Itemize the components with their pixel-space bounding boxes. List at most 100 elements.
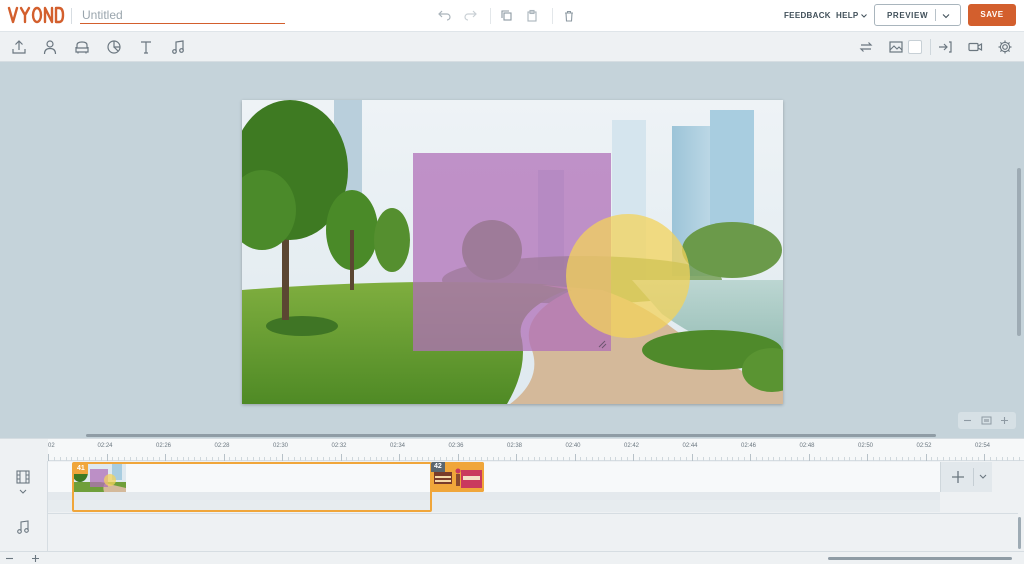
ruler-minor-tick <box>352 457 354 461</box>
ruler-minor-tick <box>252 457 254 461</box>
ruler-minor-tick <box>504 457 506 461</box>
project-title-input[interactable] <box>80 6 285 24</box>
top-bar: FEEDBACK HELP PREVIEW SAVE <box>0 0 1024 32</box>
ruler-minor-tick <box>287 457 289 461</box>
ruler-minor-tick <box>527 457 529 461</box>
ruler-minor-tick <box>966 457 968 461</box>
ruler-minor-tick <box>176 457 178 461</box>
scene-41-clip[interactable]: 41 <box>72 462 432 512</box>
save-button[interactable]: SAVE <box>968 4 1016 26</box>
chevron-down-icon[interactable] <box>978 473 988 481</box>
character-icon[interactable] <box>42 39 58 55</box>
ruler-major-tick <box>223 454 225 461</box>
ruler-minor-tick <box>650 457 652 461</box>
toolbar-divider <box>490 8 491 24</box>
chevron-down-icon[interactable] <box>18 488 28 496</box>
preview-button[interactable]: PREVIEW <box>874 4 961 26</box>
upload-icon[interactable] <box>11 39 27 55</box>
zoom-controls <box>958 412 1016 429</box>
ruler-tick-label: 02 <box>48 443 55 449</box>
ruler-minor-tick <box>404 457 406 461</box>
ruler-minor-tick <box>972 457 974 461</box>
ruler-major-tick <box>48 454 49 461</box>
timeline-ruler[interactable]: 02 02:24 02:26 02:28 02:30 02:32 02:34 02:36 02:… <box>48 439 1024 461</box>
fit-to-screen-icon[interactable] <box>981 415 992 426</box>
settings-icon[interactable] <box>997 39 1013 55</box>
prop-icon[interactable] <box>74 39 90 55</box>
background-icon[interactable] <box>888 39 904 55</box>
swap-icon[interactable] <box>858 39 874 55</box>
vyond-logo[interactable] <box>7 5 65 25</box>
trash-icon[interactable] <box>561 8 577 24</box>
canvas-vertical-scrollbar[interactable] <box>1017 168 1021 336</box>
scene-42-clip[interactable]: 42 <box>431 462 484 492</box>
video-track-icon[interactable] <box>15 469 31 485</box>
ruler-minor-tick <box>71 457 73 461</box>
audio-track-icon[interactable] <box>15 519 31 535</box>
ruler-minor-tick <box>960 457 962 461</box>
ruler-minor-tick <box>422 457 424 461</box>
add-scene-icon[interactable] <box>951 470 965 484</box>
feedback-link[interactable]: FEEDBACK <box>784 11 831 20</box>
ruler-tick-label: 02:52 <box>916 443 932 449</box>
ruler-minor-tick <box>615 457 617 461</box>
ruler-minor-tick <box>276 457 278 461</box>
timeline-vertical-scrollbar[interactable] <box>1018 517 1021 549</box>
ruler-major-tick <box>925 454 927 461</box>
zoom-out-icon[interactable] <box>963 416 972 425</box>
ruler-minor-tick <box>837 457 839 461</box>
copy-icon[interactable] <box>499 8 515 24</box>
zoom-in-icon[interactable] <box>1000 416 1009 425</box>
music-icon[interactable] <box>170 39 186 55</box>
ruler-major-tick <box>750 454 751 461</box>
ruler-major-tick <box>340 454 342 461</box>
chart-icon[interactable] <box>106 39 122 55</box>
ruler-minor-tick <box>381 457 383 461</box>
redo-icon[interactable] <box>462 8 478 24</box>
ruler-minor-tick <box>194 457 196 461</box>
ruler-minor-tick <box>475 457 477 461</box>
camera-icon[interactable] <box>967 39 983 55</box>
canvas-horizontal-scrollbar[interactable] <box>86 434 936 437</box>
ruler-minor-tick <box>580 457 582 461</box>
ruler-minor-tick <box>141 457 143 461</box>
paste-icon[interactable] <box>524 8 540 24</box>
ruler-minor-tick <box>995 457 997 461</box>
ruler-minor-tick <box>410 457 412 461</box>
chevron-down-icon[interactable] <box>860 12 868 20</box>
ruler-minor-tick <box>334 457 336 461</box>
text-icon[interactable] <box>138 39 154 55</box>
undo-icon[interactable] <box>437 8 453 24</box>
ruler-minor-tick <box>246 457 248 461</box>
background-color-swatch[interactable] <box>908 40 922 54</box>
help-menu[interactable]: HELP <box>836 11 859 20</box>
ruler-minor-tick <box>668 457 670 461</box>
yellow-circle-shape[interactable] <box>566 214 690 338</box>
ruler-minor-tick <box>317 457 319 461</box>
ruler-minor-tick <box>299 457 301 461</box>
timeline-horizontal-scrollbar[interactable] <box>828 557 1012 560</box>
chevron-down-icon[interactable] <box>941 11 951 21</box>
ruler-minor-tick <box>322 457 324 461</box>
ruler-tick-label: 02:30 <box>273 443 289 449</box>
timeline-zoom-in-icon[interactable] <box>31 554 40 563</box>
timeline-zoom-out-icon[interactable] <box>5 554 14 563</box>
ruler-major-tick <box>282 454 283 461</box>
scene-canvas[interactable] <box>242 100 783 404</box>
ruler-minor-tick <box>533 457 535 461</box>
ruler-minor-tick <box>907 457 909 461</box>
enter-icon[interactable] <box>937 39 953 55</box>
ruler-minor-tick <box>241 457 243 461</box>
ruler-minor-tick <box>258 457 260 461</box>
ruler-minor-tick <box>592 457 594 461</box>
ruler-minor-tick <box>913 457 915 461</box>
audio-track[interactable] <box>48 513 1018 551</box>
ruler-minor-tick <box>182 457 184 461</box>
ruler-minor-tick <box>486 457 488 461</box>
ruler-minor-tick <box>790 457 792 461</box>
ruler-minor-tick <box>597 457 599 461</box>
ruler-minor-tick <box>673 457 675 461</box>
ruler-minor-tick <box>369 457 371 461</box>
ruler-minor-tick <box>697 457 699 461</box>
ruler-minor-tick <box>94 457 96 461</box>
